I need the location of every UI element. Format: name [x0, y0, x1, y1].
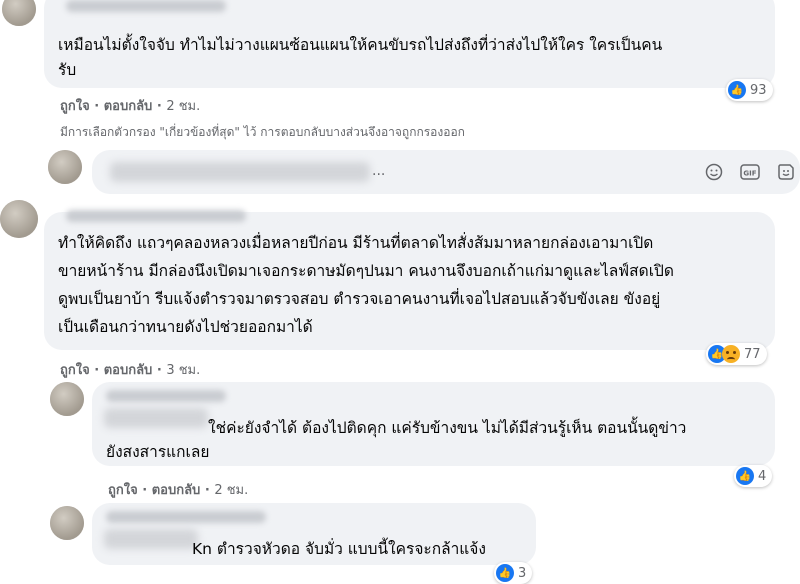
reaction-summary[interactable]: 👍 4	[734, 465, 773, 487]
sad-reaction-icon	[722, 345, 740, 363]
comment-bubble: ใช่ค่ะยังจำได้ ต้องไปติดคุก แค่รับข้างขน…	[92, 382, 775, 466]
comment-text-line: ทำให้คิดถึง แถวๆคลองหลวงเมื่อหลายปีก่อน …	[58, 234, 654, 252]
comment-text-line: ขายหน้าร้าน มีกล่องนึงเปิดมาเจอกระดาษมัด…	[58, 262, 674, 280]
commenter-name-redacted	[66, 0, 226, 12]
redacted-content	[104, 529, 198, 549]
commenter-name-redacted	[106, 511, 266, 523]
reply-link[interactable]: ตอบกลับ	[104, 99, 153, 114]
comment-bubble: Kn ตำรวจหัวดอ จับมั่ว แบบนี้ใครจะกล้าแจ้…	[92, 503, 536, 565]
like-reaction-icon: 👍	[728, 81, 746, 99]
reaction-summary[interactable]: 👍 93	[726, 79, 773, 101]
reaction-count: 4	[758, 468, 767, 484]
like-link[interactable]: ถูกใจ	[60, 363, 90, 378]
avatar[interactable]	[50, 506, 84, 540]
reaction-summary[interactable]: 👍 77	[706, 343, 767, 365]
comment-text-line: Kn ตำรวจหัวดอ จับมั่ว แบบนี้ใครจะกล้าแจ้…	[192, 540, 486, 558]
comment-actions: ถูกใจ · ตอบกลับ · 3 ชม.	[60, 363, 201, 378]
sticker-icon[interactable]	[776, 162, 796, 182]
commenter-name-redacted	[66, 210, 246, 222]
avatar[interactable]	[2, 0, 36, 26]
commenter-name-redacted	[106, 390, 226, 402]
comment-text-line: รับ	[58, 61, 77, 79]
comment-time[interactable]: 2 ชม.	[214, 483, 248, 498]
emoji-icon[interactable]	[704, 162, 724, 182]
comment-time[interactable]: 3 ชม.	[166, 363, 200, 378]
reply-input[interactable]: ... GIF	[92, 150, 800, 194]
svg-text:GIF: GIF	[743, 170, 756, 178]
redacted-content	[104, 408, 208, 428]
comment-bubble: ทำให้คิดถึง แถวๆคลองหลวงเมื่อหลายปีก่อน …	[44, 210, 775, 350]
like-link[interactable]: ถูกใจ	[60, 99, 90, 114]
redacted-content	[110, 162, 370, 182]
comment-text-line: ดูพบเป็นยาบ้า รีบแจ้งตำรวจมาตรวจสอบ ตำรว…	[58, 290, 661, 308]
comment-text-line: ใช่ค่ะยังจำได้ ต้องไปติดคุก แค่รับข้างขน…	[208, 419, 687, 437]
reply-link[interactable]: ตอบกลับ	[152, 483, 201, 498]
avatar	[48, 150, 82, 184]
comment-text-line: ยังสงสารแกเลย	[106, 443, 210, 461]
like-reaction-icon: 👍	[736, 467, 754, 485]
avatar[interactable]	[0, 200, 38, 238]
filter-note: มีการเลือกตัวกรอง "เกี่ยวข้องที่สุด" ไว้…	[60, 125, 465, 139]
reaction-count: 93	[750, 82, 767, 98]
comment-actions: ถูกใจ · ตอบกลับ · 2 ชม.	[60, 99, 201, 114]
gif-icon[interactable]: GIF	[740, 162, 760, 182]
comment-text-line: เหมือนไม่ตั้งใจจับ ทำไมไม่วางแผนซ้อนแผนใ…	[58, 36, 663, 54]
like-link[interactable]: ถูกใจ	[108, 483, 138, 498]
comment-text-line: เป็นเดือนกว่าทนายดังไปช่วยออกมาได้	[58, 318, 313, 336]
input-ellipsis: ...	[372, 163, 386, 179]
comment-time[interactable]: 2 ชม.	[166, 99, 200, 114]
comment-bubble: เหมือนไม่ตั้งใจจับ ทำไมไม่วางแผนซ้อนแผนใ…	[44, 0, 775, 88]
like-reaction-icon: 👍	[496, 564, 514, 582]
avatar[interactable]	[50, 382, 84, 416]
comment-actions: ถูกใจ · ตอบกลับ · 2 ชม.	[108, 483, 249, 498]
reaction-count: 77	[744, 346, 761, 362]
reply-link[interactable]: ตอบกลับ	[104, 363, 153, 378]
reaction-summary[interactable]: 👍 3	[494, 562, 533, 584]
reaction-count: 3	[518, 565, 527, 581]
